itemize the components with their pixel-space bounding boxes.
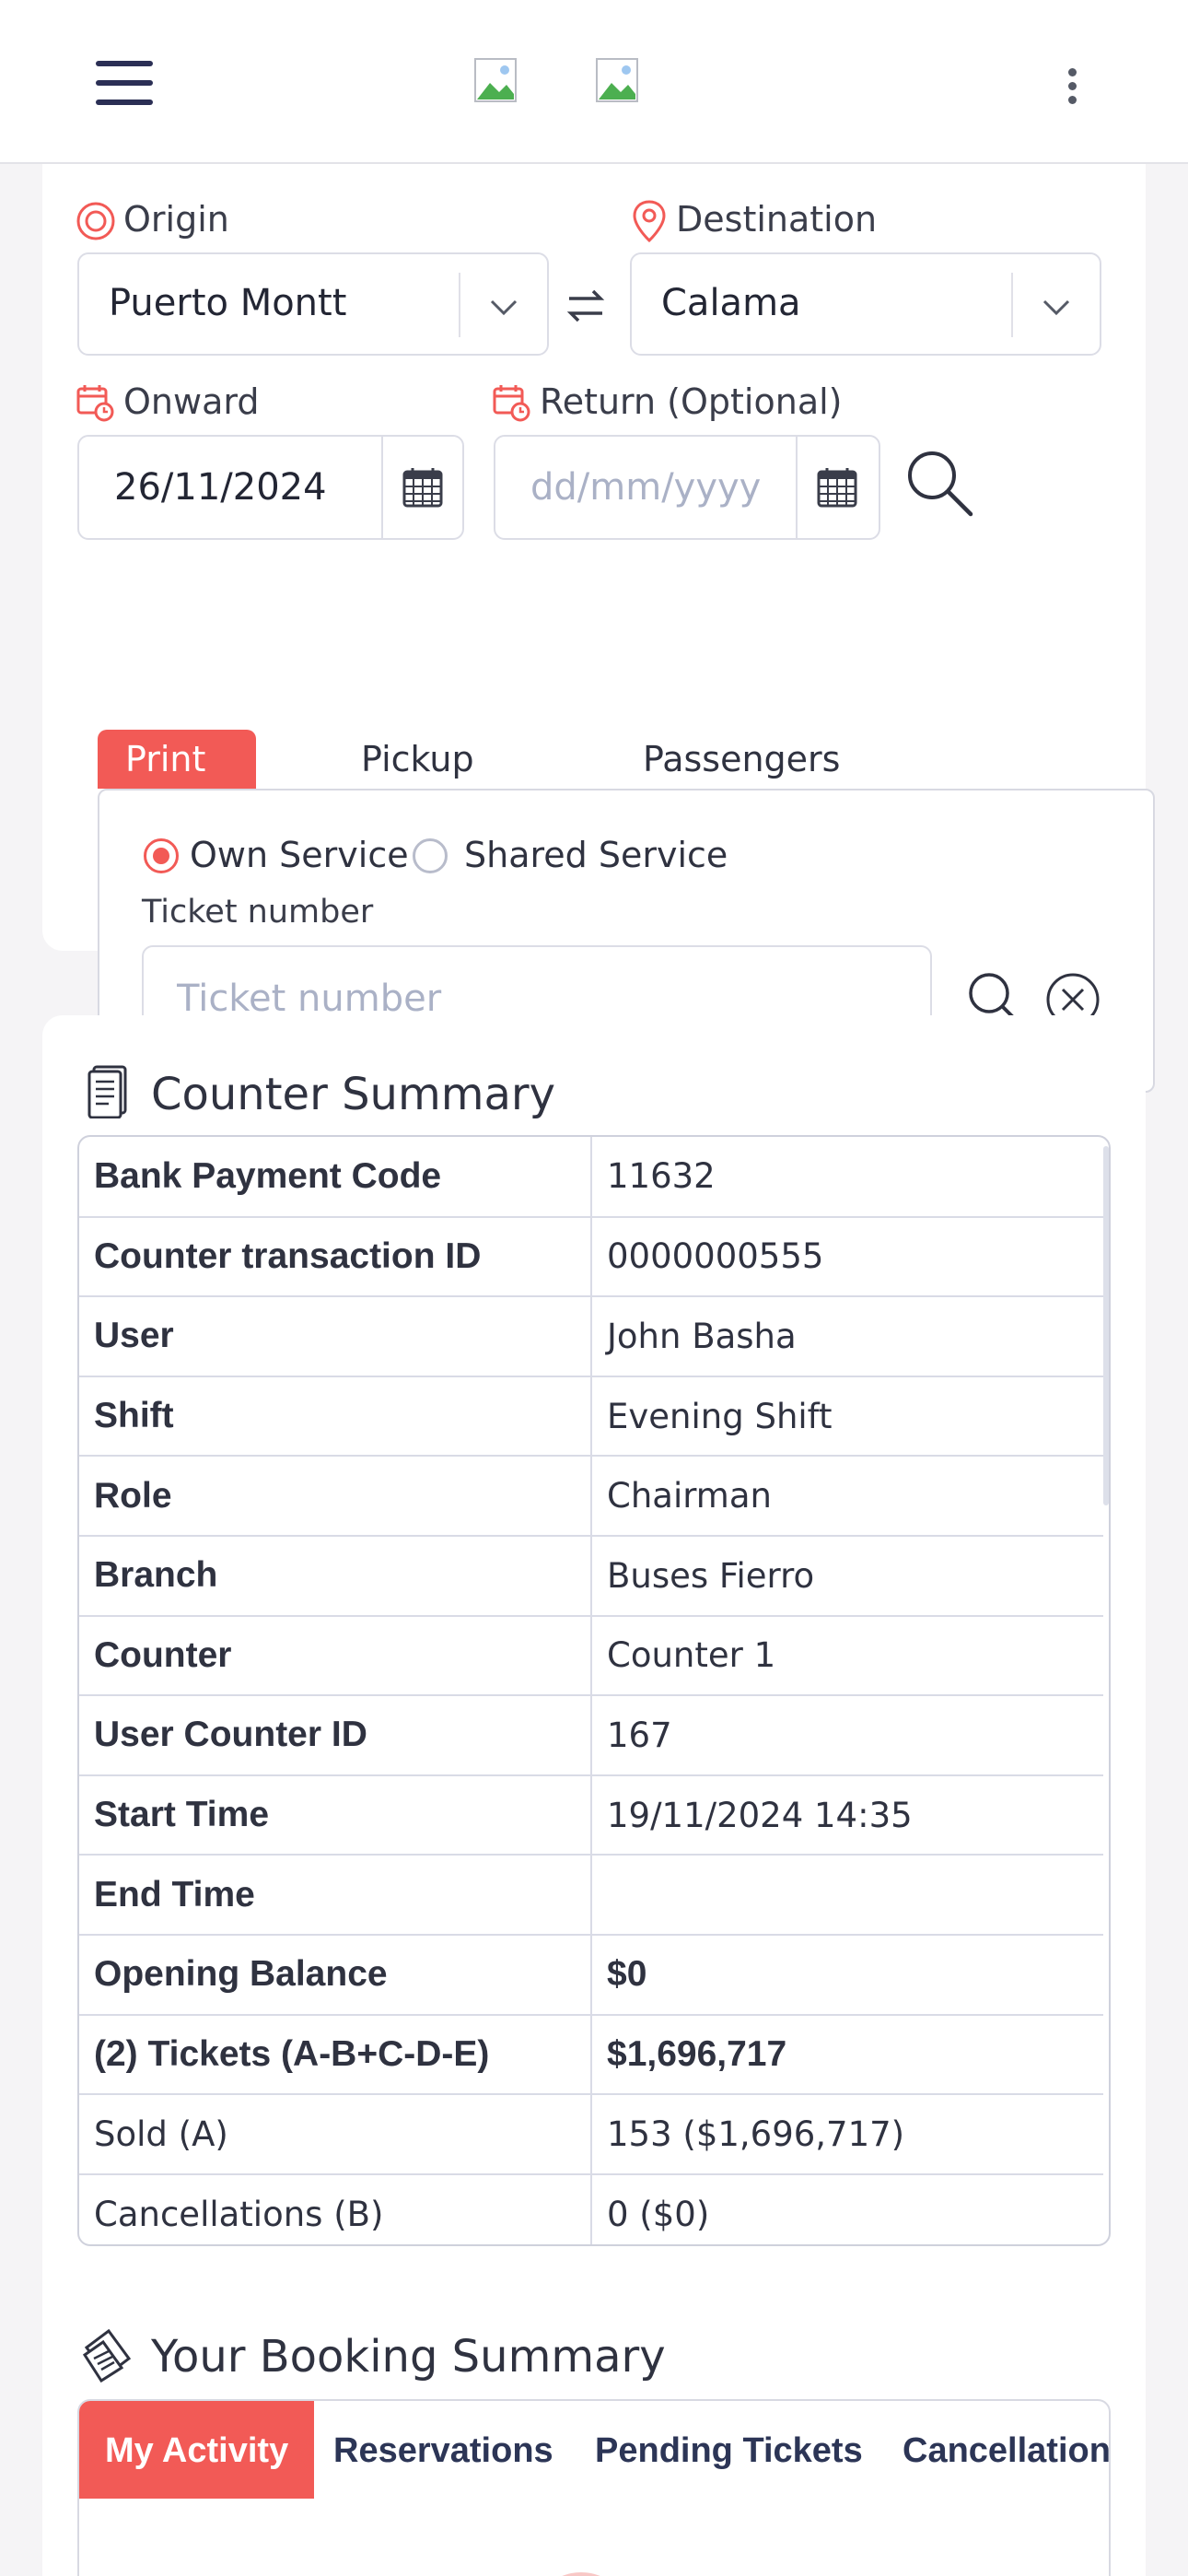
calendar-clock-icon	[493, 385, 530, 422]
onward-label: Onward	[123, 381, 260, 422]
calendar-icon[interactable]	[816, 466, 858, 509]
table-scrollbar[interactable]	[1103, 1146, 1109, 1505]
row-value: $1,696,717	[591, 2014, 1103, 2096]
origin-value: Puerto Montt	[109, 282, 347, 324]
table-row: Start Time 19/11/2024 14:35	[79, 1774, 1103, 1856]
top-bar	[0, 0, 1188, 164]
destination-select[interactable]: Calama	[630, 252, 1101, 356]
table-row: (2) Tickets (A-B+C-D-E) $1,696,717	[79, 2014, 1103, 2096]
table-row: Opening Balance $0	[79, 1934, 1103, 2016]
row-key: User	[79, 1296, 592, 1377]
table-row: Role Chairman	[79, 1456, 1103, 1537]
date-divider	[796, 437, 798, 538]
search-icon[interactable]	[903, 446, 976, 520]
onward-date-field[interactable]: 26/11/2024	[77, 435, 464, 540]
destination-pin-icon	[633, 200, 666, 243]
booking-summary-title: Your Booking Summary	[151, 2331, 666, 2383]
destination-value: Calama	[661, 282, 801, 324]
broken-image-icon	[474, 58, 517, 102]
row-key: End Time	[79, 1855, 592, 1936]
tab-passengers[interactable]: Passengers	[643, 730, 840, 789]
broken-image-icon	[596, 58, 638, 102]
table-row: Counter transaction ID 0000000555	[79, 1216, 1103, 1298]
tab-pending-tickets[interactable]: Pending Tickets	[595, 2401, 863, 2499]
select-divider	[1011, 273, 1013, 337]
row-key: Cancellations (B)	[79, 2173, 592, 2244]
counter-summary-table: Bank Payment Code 11632 Counter transacti…	[77, 1135, 1111, 2246]
table-row: User John Basha	[79, 1296, 1103, 1377]
return-date-field[interactable]: dd/mm/yyyy	[494, 435, 880, 540]
tab-pickup-charts[interactable]: Pickup Charts	[361, 730, 475, 838]
row-value: 19/11/2024 14:35	[591, 1774, 1103, 1856]
row-value: Chairman	[591, 1456, 1103, 1537]
shared-service-label: Shared Service	[464, 835, 728, 875]
row-key: Counter	[79, 1615, 592, 1697]
shared-service-radio[interactable]	[413, 838, 448, 873]
row-key: Role	[79, 1456, 592, 1537]
row-key: Sold (A)	[79, 2094, 592, 2175]
row-key: Counter transaction ID	[79, 1216, 592, 1298]
tab-cancellations[interactable]: Cancellations	[903, 2401, 1109, 2499]
booking-summary-tabs: My Activity Reservations Pending Tickets…	[77, 2399, 1111, 2500]
own-service-radio[interactable]	[144, 838, 179, 873]
counter-summary-title: Counter Summary	[151, 1069, 556, 1120]
origin-target-icon	[76, 202, 115, 240]
table-row: Sold (A) 153 ($1,696,717)	[79, 2094, 1103, 2175]
row-value	[591, 1855, 1103, 1936]
table-row: Cancellations (B) 0 ($0)	[79, 2173, 1103, 2244]
more-options-icon[interactable]	[1059, 64, 1085, 109]
row-value: 153 ($1,696,717)	[591, 2094, 1103, 2175]
row-value: 0 ($0)	[591, 2173, 1103, 2244]
ticket-number-label: Ticket number	[142, 894, 374, 931]
table-row: End Time	[79, 1855, 1103, 1936]
row-key: Shift	[79, 1376, 592, 1458]
row-value: Counter 1	[591, 1615, 1103, 1697]
calendar-icon[interactable]	[402, 466, 444, 509]
row-value: $0	[591, 1934, 1103, 2016]
booking-summary-content	[77, 2499, 1111, 2576]
tab-print-ticket[interactable]: Print Ticket	[98, 730, 257, 838]
swap-icon[interactable]	[564, 284, 608, 328]
tickets-icon	[82, 2328, 132, 2383]
row-key: User Counter ID	[79, 1695, 592, 1776]
row-key: (2) Tickets (A-B+C-D-E)	[79, 2014, 592, 2096]
row-value: John Basha	[591, 1296, 1103, 1377]
tab-reservations[interactable]: Reservations	[333, 2401, 553, 2499]
counter-summary-card: Counter Summary Bank Payment Code 11632 C…	[42, 1015, 1146, 2576]
row-value: Buses Fierro	[591, 1535, 1103, 1617]
row-value: 11632	[591, 1137, 1103, 1218]
table-row: User Counter ID 167	[79, 1695, 1103, 1776]
return-label: Return (Optional)	[540, 381, 843, 422]
destination-label: Destination	[676, 199, 878, 240]
table-row: Counter Counter 1	[79, 1615, 1103, 1697]
document-icon	[87, 1065, 127, 1118]
table-row: Branch Buses Fierro	[79, 1535, 1103, 1617]
calendar-clock-icon	[76, 385, 114, 422]
date-divider	[381, 437, 383, 538]
chevron-down-icon	[490, 299, 518, 316]
hamburger-menu-icon[interactable]	[96, 61, 153, 105]
row-value: Evening Shift	[591, 1376, 1103, 1458]
row-key: Opening Balance	[79, 1934, 592, 2016]
chevron-down-icon	[1042, 299, 1070, 316]
onward-date-value: 26/11/2024	[114, 466, 327, 509]
table-row: Shift Evening Shift	[79, 1376, 1103, 1458]
activity-illustration	[530, 2572, 632, 2576]
row-value: 167	[591, 1695, 1103, 1776]
row-key: Start Time	[79, 1774, 592, 1856]
tab-my-activity[interactable]: My Activity	[79, 2401, 315, 2499]
own-service-label: Own Service	[190, 835, 409, 875]
select-divider	[459, 273, 460, 337]
row-key: Branch	[79, 1535, 592, 1617]
origin-label: Origin	[123, 199, 229, 240]
row-value: 0000000555	[591, 1216, 1103, 1298]
origin-select[interactable]: Puerto Montt	[77, 252, 549, 356]
table-row: Bank Payment Code 11632	[79, 1137, 1103, 1218]
row-key: Bank Payment Code	[79, 1137, 592, 1218]
return-date-placeholder: dd/mm/yyyy	[530, 466, 762, 509]
